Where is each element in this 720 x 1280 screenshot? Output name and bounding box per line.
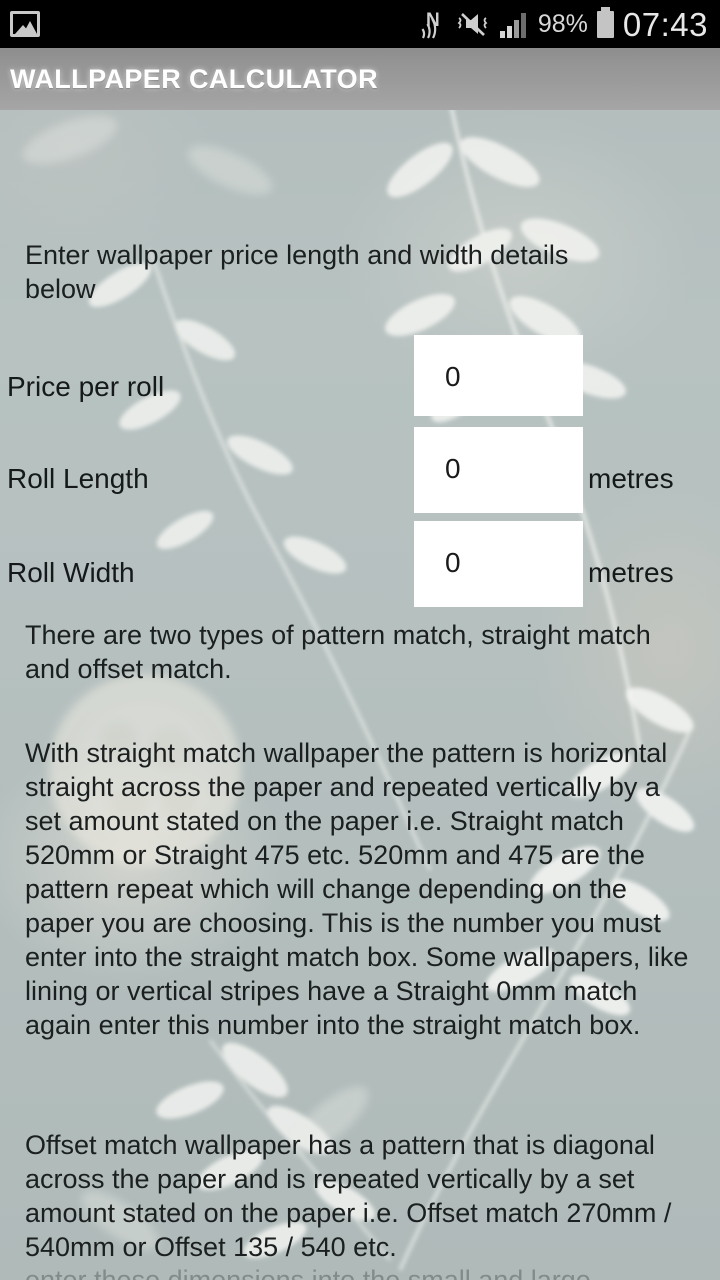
status-bar: N 98% 07:43 <box>0 0 720 48</box>
app-screen: N 98% 07:43 WALLPAPER CALCULATOR Enter w… <box>0 0 720 1280</box>
paragraph-straight-match: With straight match wallpaper the patter… <box>25 738 689 1040</box>
input-roll-width-value: 0 <box>445 547 461 578</box>
main-content: Enter wallpaper price length and width d… <box>0 110 720 1280</box>
label-roll-length: Roll Length <box>7 463 149 494</box>
signal-bars-icon <box>499 13 526 38</box>
input-roll-width[interactable]: 0 <box>414 521 583 607</box>
input-price-per-roll-value: 0 <box>445 361 461 392</box>
label-roll-width: Roll Width <box>7 557 135 588</box>
title-bar: WALLPAPER CALCULATOR <box>0 48 720 110</box>
unit-roll-width: metres <box>588 557 674 588</box>
clock-label: 07:43 <box>622 5 708 43</box>
gallery-icon <box>10 11 40 37</box>
input-roll-length-value: 0 <box>445 453 461 484</box>
battery-percent-label: 98% <box>537 9 588 38</box>
paragraph-pattern-match-types: There are two types of pattern match, st… <box>25 620 651 684</box>
status-bar-right: N 98% 07:43 <box>421 5 708 43</box>
status-bar-left <box>10 11 40 37</box>
paragraph-offset-match-continued: enter these dimensions into the small an… <box>25 1265 591 1280</box>
nfc-icon: N <box>421 10 440 39</box>
input-roll-length[interactable]: 0 <box>414 427 583 513</box>
battery-icon <box>596 6 614 38</box>
label-price-per-roll: Price per roll <box>7 371 165 402</box>
input-price-per-roll[interactable]: 0 <box>414 335 583 416</box>
unit-roll-length: metres <box>588 463 674 494</box>
paragraph-offset-match: Offset match wallpaper has a pattern tha… <box>25 1130 672 1262</box>
mute-vibrate-icon <box>457 13 488 36</box>
intro-instruction-text: Enter wallpaper price length and width d… <box>25 240 569 304</box>
page-title: WALLPAPER CALCULATOR <box>10 63 378 94</box>
